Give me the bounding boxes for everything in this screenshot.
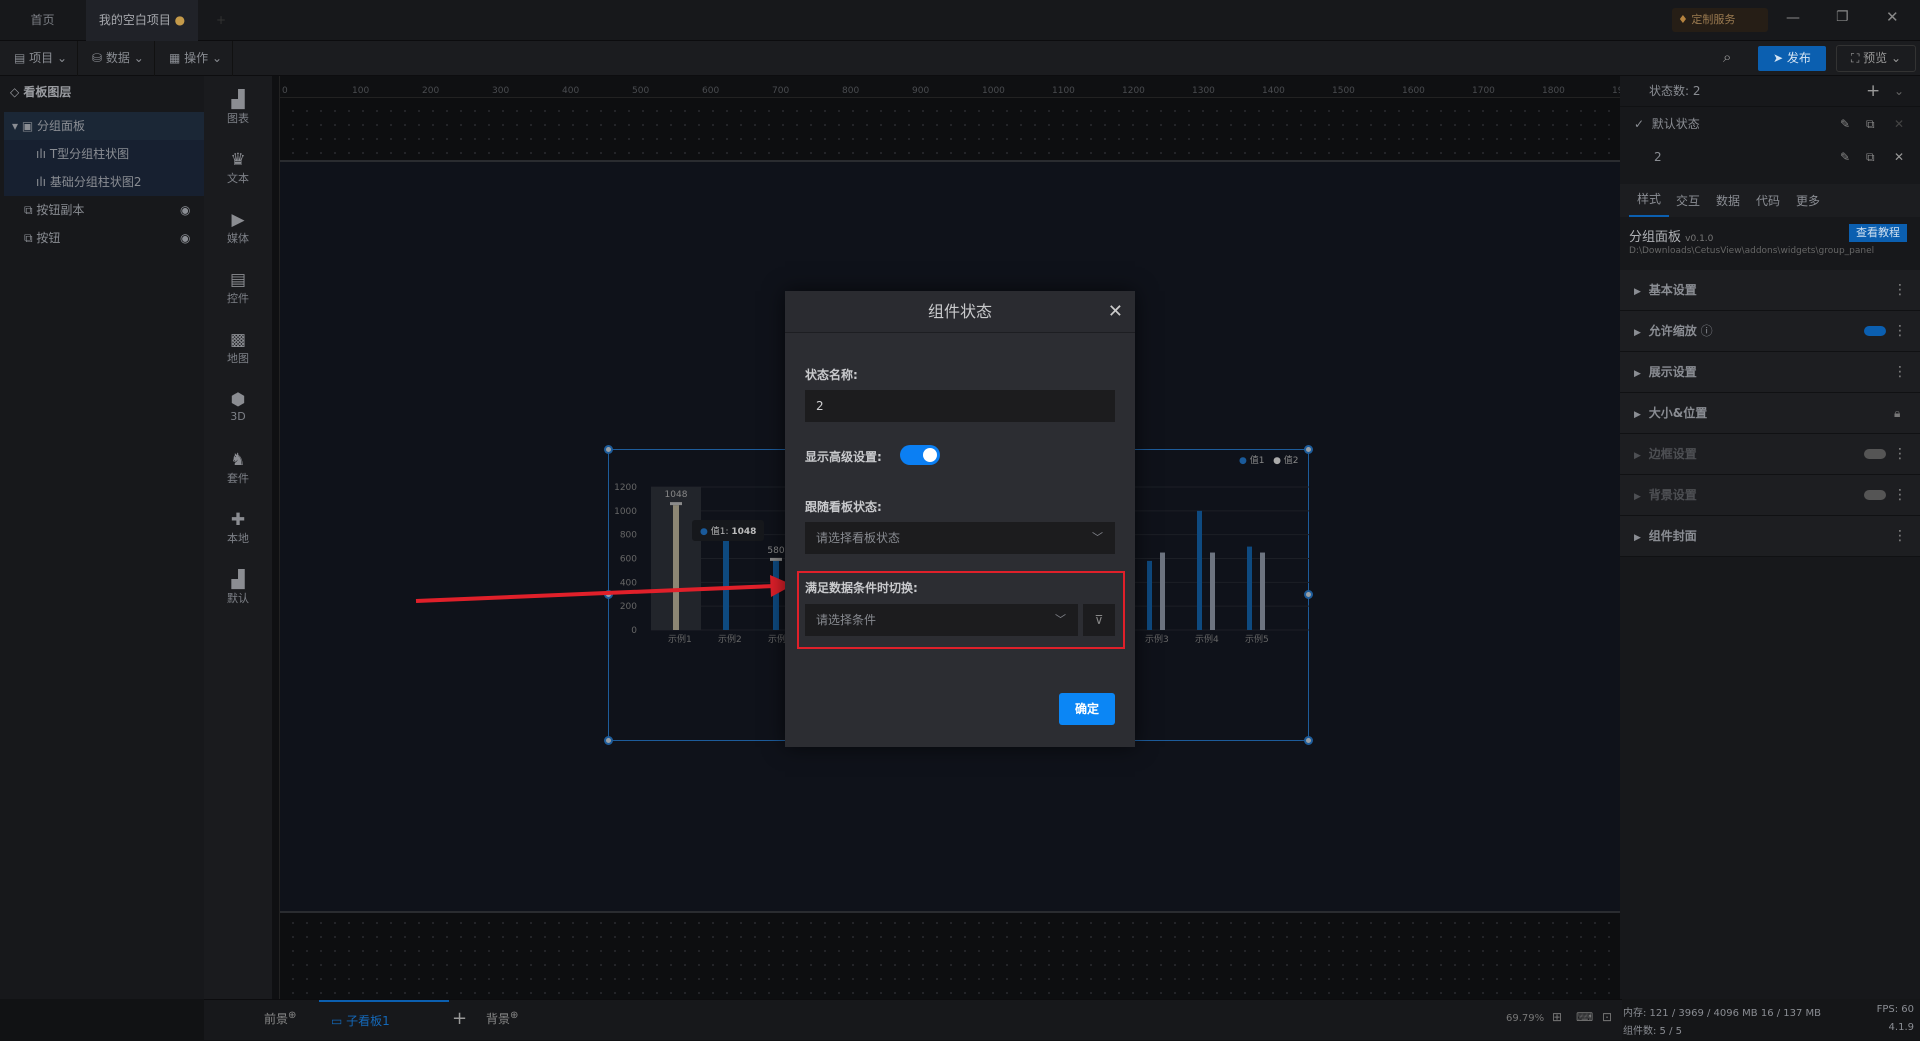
board-state-select[interactable]: 请选择看板状态 ﹀ — [805, 522, 1115, 554]
component-name-label: 分组面板 — [1629, 230, 1682, 245]
fit-screen-icon[interactable]: ⊞ — [1552, 1010, 1562, 1024]
version: 4.1.9 — [1888, 1022, 1914, 1033]
copy-icon[interactable]: ⧉ — [1866, 108, 1875, 141]
component-state-dialog: 组件状态 ✕ 状态名称: 2 显示高级设置: 跟随看板状态: 请选择看板状态 ﹀ … — [785, 291, 1135, 747]
tab-interaction[interactable]: 交互 — [1676, 192, 1700, 209]
caret-right-icon: ▶ — [1634, 533, 1641, 543]
tab-style[interactable]: 样式 — [1629, 184, 1670, 217]
keyboard-icon[interactable]: ⌨ — [1576, 1010, 1593, 1024]
section-6[interactable]: ▶ 组件封面 ⋮ — [1620, 516, 1920, 557]
add-state-button[interactable]: + — [1866, 76, 1880, 107]
component-version: v0.1.0 — [1685, 234, 1714, 244]
tab-code[interactable]: 代码 — [1756, 192, 1780, 209]
section-label: 大小&位置 — [1648, 406, 1708, 420]
close-icon[interactable]: ✕ — [1108, 291, 1123, 333]
state-name-label: 状态名称: — [805, 368, 858, 382]
chevron-down-icon[interactable]: ⌄ — [1894, 76, 1904, 107]
section-5[interactable]: ▶ 背景设置 ⋮ — [1620, 475, 1920, 516]
tab-sub-board-1[interactable]: ▭ 子看板1 — [319, 1000, 449, 1041]
dialog-header: 组件状态 ✕ — [785, 291, 1135, 333]
bottom-bar: 前景⊕ ▭ 子看板1 + 背景⊕ 69.79% ⊞ ⌨ ⊡ 内存: 121 / … — [204, 999, 1920, 1040]
tab-label: 背景 — [486, 1012, 511, 1026]
caret-right-icon: ▶ — [1634, 287, 1641, 297]
delete-icon[interactable]: ✕ — [1894, 108, 1904, 141]
delete-icon[interactable]: ✕ — [1894, 141, 1904, 174]
state-item-default[interactable]: ✓ 默认状态 ✎ ⧉ ✕ — [1620, 108, 1920, 141]
view-tutorial-button[interactable]: 查看教程 — [1849, 224, 1907, 242]
section-label: 边框设置 — [1648, 447, 1697, 461]
state-name-input[interactable]: 2 — [805, 390, 1115, 422]
chevron-down-icon: ﹀ — [1092, 531, 1103, 544]
board-state-placeholder: 请选择看板状态 — [816, 531, 901, 545]
tab-label: 子看板1 — [346, 1014, 390, 1028]
tab-label: 前景 — [264, 1012, 289, 1026]
edit-icon[interactable]: ✎ — [1840, 141, 1850, 174]
confirm-button[interactable]: 确定 — [1059, 693, 1115, 725]
advanced-settings-toggle[interactable] — [900, 445, 940, 465]
caret-right-icon: ▶ — [1634, 328, 1641, 338]
section-3[interactable]: ▶ 大小&位置 🔒︎ — [1620, 393, 1920, 434]
section-1[interactable]: ▶ 允许缩放 ⓘ ⋮ — [1620, 311, 1920, 352]
advanced-settings-label: 显示高级设置: — [805, 450, 882, 464]
section-0[interactable]: ▶ 基本设置 ⋮ — [1620, 270, 1920, 311]
state-name: 2 — [1654, 150, 1662, 164]
board-icon: ▭ — [331, 1014, 343, 1028]
tab-background[interactable]: 背景⊕ — [486, 1010, 518, 1027]
more-icon[interactable]: ⋮ — [1893, 352, 1907, 393]
section-label: 允许缩放 — [1648, 324, 1697, 338]
tab-foreground[interactable]: 前景⊕ — [264, 1010, 296, 1027]
state-count-label: 状态数: 2 — [1649, 84, 1701, 98]
highlight-box — [797, 571, 1125, 649]
more-icon[interactable]: ⋮ — [1893, 434, 1907, 475]
component-name: 分组面板 v0.1.0 — [1629, 226, 1713, 245]
state-name: 默认状态 — [1651, 117, 1700, 131]
add-board-button[interactable]: + — [452, 1008, 467, 1029]
help-icon[interactable]: ⓘ — [1701, 324, 1713, 338]
section-label: 展示设置 — [1648, 365, 1697, 379]
more-icon[interactable]: ⋮ — [1893, 475, 1907, 516]
section-toggle[interactable] — [1864, 490, 1886, 500]
section-toggle[interactable] — [1864, 449, 1886, 459]
dialog-title: 组件状态 — [927, 302, 992, 321]
property-tabs: 样式 交互 数据 代码 更多 — [1620, 184, 1920, 217]
follow-board-state-label: 跟随看板状态: — [805, 500, 882, 514]
tab-more[interactable]: 更多 — [1796, 192, 1820, 209]
add-circle-icon[interactable]: ⊕ — [288, 1010, 296, 1021]
copy-icon[interactable]: ⧉ — [1866, 141, 1875, 174]
caret-right-icon: ▶ — [1634, 410, 1641, 420]
fps: FPS: 60 — [1876, 1004, 1914, 1015]
section-label: 组件封面 — [1648, 529, 1697, 543]
state-item-2[interactable]: 2 ✎ ⧉ ✕ — [1620, 141, 1920, 174]
section-toggle[interactable] — [1864, 326, 1886, 336]
edit-icon[interactable]: ✎ — [1840, 108, 1850, 141]
tab-data[interactable]: 数据 — [1716, 192, 1740, 209]
section-label: 背景设置 — [1648, 488, 1697, 502]
console-icon[interactable]: ⊡ — [1602, 1010, 1612, 1024]
caret-right-icon: ▶ — [1634, 369, 1641, 379]
more-icon[interactable]: ⋮ — [1893, 516, 1907, 557]
more-icon[interactable]: ⋮ — [1893, 270, 1907, 311]
caret-right-icon: ▶ — [1634, 451, 1641, 461]
component-count: 组件数: 5 / 5 — [1623, 1026, 1682, 1037]
add-circle-icon[interactable]: ⊕ — [510, 1010, 518, 1021]
properties-panel: 状态数: 2 + ⌄ ✓ 默认状态 ✎ ⧉ ✕ 2 ✎ ⧉ ✕ 样式 交互 数据 代码 更… — [1620, 76, 1920, 999]
lock-icon[interactable]: 🔒︎ — [1894, 393, 1900, 434]
memory-stats: 内存: 121 / 3969 / 4096 MB 16 / 137 MB — [1623, 1008, 1822, 1019]
caret-right-icon: ▶ — [1634, 492, 1641, 502]
zoom-level[interactable]: 69.79% — [1506, 1013, 1544, 1024]
more-icon[interactable]: ⋮ — [1893, 311, 1907, 352]
state-count: 状态数: 2 + ⌄ — [1620, 76, 1920, 107]
section-2[interactable]: ▶ 展示设置 ⋮ — [1620, 352, 1920, 393]
component-path: D:\Downloads\CetusView\addons\widgets\gr… — [1629, 246, 1875, 256]
section-label: 基本设置 — [1648, 283, 1697, 297]
section-4[interactable]: ▶ 边框设置 ⋮ — [1620, 434, 1920, 475]
